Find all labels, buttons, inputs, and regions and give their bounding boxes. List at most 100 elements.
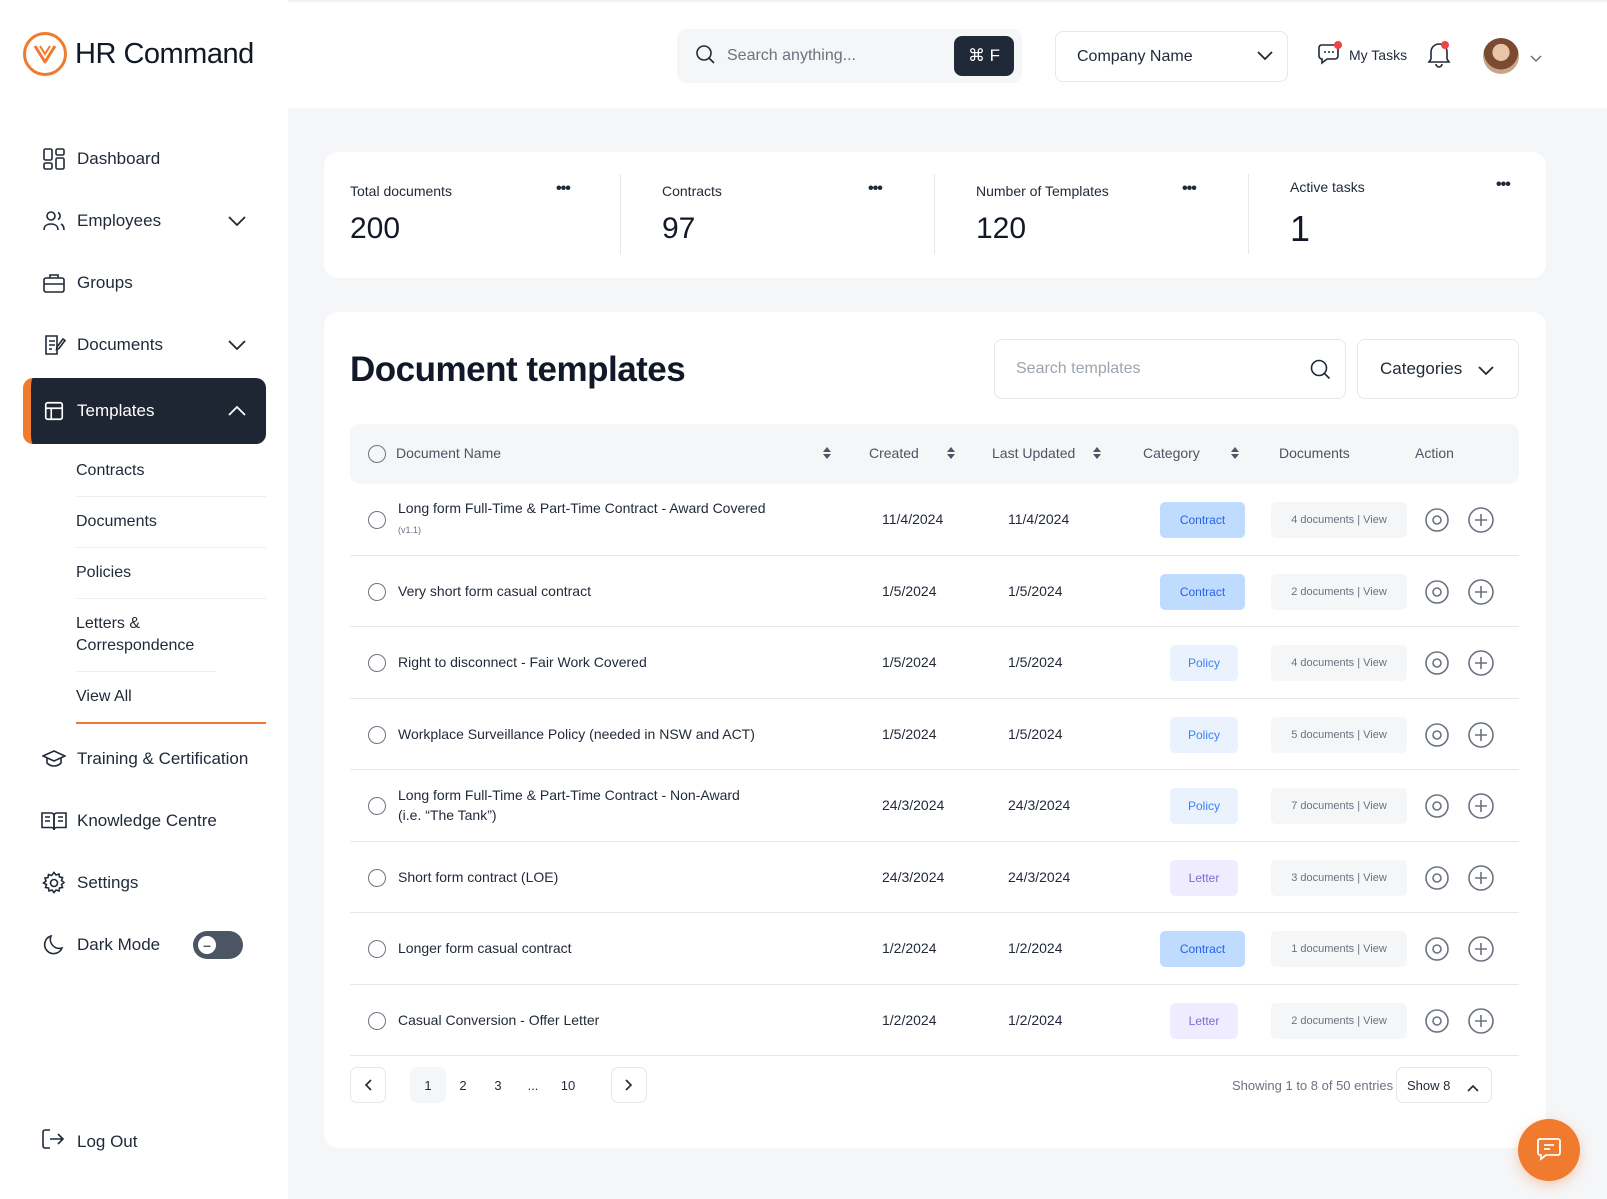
plus-circle-icon[interactable] (1468, 793, 1494, 822)
row-checkbox[interactable] (368, 797, 386, 815)
page-3[interactable]: 3 (480, 1067, 516, 1103)
documents-view-link[interactable]: 1 documents | View (1271, 931, 1407, 967)
table-row[interactable]: Short form contract (LOE) 24/3/2024 24/3… (350, 842, 1519, 913)
chevron-down-icon[interactable] (1530, 50, 1542, 68)
categories-dropdown[interactable]: Categories (1357, 339, 1519, 399)
table-row[interactable]: Very short form casual contract 1/5/2024… (350, 556, 1519, 627)
sort-icon[interactable] (1092, 446, 1102, 463)
plus-circle-icon[interactable] (1468, 1007, 1494, 1037)
page-1[interactable]: 1 (410, 1067, 446, 1103)
eye-icon[interactable] (1424, 579, 1450, 607)
page-title: Document templates (350, 350, 686, 389)
col-action: Action (1415, 445, 1454, 461)
col-last-updated[interactable]: Last Updated (992, 445, 1075, 461)
select-all-checkbox[interactable] (368, 445, 386, 463)
table-row[interactable]: Right to disconnect - Fair Work Covered … (350, 627, 1519, 699)
eye-icon[interactable] (1424, 1008, 1450, 1036)
sort-icon[interactable] (1230, 446, 1240, 463)
table-row[interactable]: Casual Conversion - Offer Letter 1/2/202… (350, 985, 1519, 1056)
page-10[interactable]: 10 (550, 1067, 586, 1103)
table-row[interactable]: Long form Full-Time & Part-Time Contract… (350, 770, 1519, 842)
subnav-item-documents[interactable]: Documents (76, 497, 266, 548)
page-2[interactable]: 2 (445, 1067, 481, 1103)
created-date: 1/2/2024 (882, 1011, 937, 1028)
col-document-name[interactable]: Document Name (396, 445, 501, 461)
more-horizontal-icon[interactable]: ••• (1496, 176, 1511, 194)
documents-view-link[interactable]: 2 documents | View (1271, 573, 1407, 610)
plus-circle-icon[interactable] (1468, 507, 1494, 536)
updated-date: 24/3/2024 (1008, 797, 1071, 813)
row-checkbox[interactable] (368, 1011, 386, 1030)
col-category[interactable]: Category (1143, 445, 1200, 461)
table-row[interactable]: Workplace Surveillance Policy (needed in… (350, 699, 1519, 770)
sort-icon[interactable] (822, 446, 832, 463)
documents-view-link[interactable]: 3 documents | View (1271, 859, 1407, 896)
plus-circle-icon[interactable] (1468, 578, 1494, 608)
row-checkbox[interactable] (368, 940, 386, 958)
plus-circle-icon[interactable] (1468, 650, 1494, 679)
eye-icon[interactable] (1424, 722, 1450, 750)
table-row[interactable]: Long form Full-Time & Part-Time Contract… (350, 484, 1519, 556)
prev-page-button[interactable] (350, 1067, 386, 1103)
row-checkbox[interactable] (368, 511, 386, 529)
notification-bell-icon[interactable] (1426, 40, 1452, 73)
logo[interactable]: HR Command (23, 32, 254, 76)
table-body: Long form Full-Time & Part-Time Contract… (350, 484, 1519, 1056)
main-nav: Dashboard Employees Groups Documents Tem… (23, 128, 266, 976)
category-badge: Contract (1160, 573, 1245, 610)
category-badge: Policy (1170, 788, 1238, 824)
eye-icon[interactable] (1424, 937, 1450, 964)
row-checkbox[interactable] (368, 582, 386, 601)
template-search-input[interactable]: Search templates (994, 339, 1346, 399)
sidebar-item-dark-mode: Dark Mode – (23, 914, 266, 976)
row-checkbox[interactable] (368, 654, 386, 672)
eye-icon[interactable] (1424, 651, 1450, 678)
templates-subnav: Contracts Documents Policies Letters & C… (76, 446, 266, 724)
page-size-select[interactable]: Show 8 (1396, 1067, 1492, 1103)
documents-view-link[interactable]: 5 documents | View (1271, 716, 1407, 753)
subnav-item-letters[interactable]: Letters & Correspondence (76, 599, 216, 672)
my-tasks-button[interactable]: My Tasks (1317, 40, 1407, 69)
row-checkbox[interactable] (368, 725, 386, 744)
sidebar-item-dashboard[interactable]: Dashboard (23, 128, 266, 190)
sidebar-item-label: Documents (77, 335, 163, 354)
documents-view-link[interactable]: 4 documents | View (1271, 645, 1407, 681)
row-checkbox[interactable] (368, 868, 386, 887)
next-page-button[interactable] (611, 1067, 647, 1103)
eye-icon[interactable] (1424, 865, 1450, 893)
logout-button[interactable]: Log Out (41, 1128, 138, 1155)
plus-circle-icon[interactable] (1468, 936, 1494, 965)
eye-icon[interactable] (1424, 508, 1450, 535)
more-horizontal-icon[interactable]: ••• (556, 180, 571, 198)
document-name: Long form Full-Time & Part-Time Contract… (398, 498, 788, 540)
subnav-item-policies[interactable]: Policies (76, 548, 266, 599)
user-avatar[interactable] (1483, 38, 1519, 74)
more-horizontal-icon[interactable]: ••• (1182, 180, 1197, 198)
global-search-input[interactable]: Search anything... ⌘ F (677, 29, 1022, 83)
documents-view-link[interactable]: 7 documents | View (1271, 788, 1407, 824)
company-select[interactable]: Company Name (1055, 31, 1288, 82)
eye-icon[interactable] (1424, 794, 1450, 821)
plus-circle-icon[interactable] (1468, 864, 1494, 894)
sidebar-item-employees[interactable]: Employees (23, 190, 266, 252)
table-row[interactable]: Longer form casual contract 1/2/2024 1/2… (350, 913, 1519, 985)
col-created[interactable]: Created (869, 445, 919, 461)
subnav-item-contracts[interactable]: Contracts (76, 446, 266, 497)
sidebar-item-templates[interactable]: Templates (23, 378, 266, 444)
documents-view-link[interactable]: 2 documents | View (1271, 1002, 1407, 1039)
sidebar-item-documents[interactable]: Documents (23, 314, 266, 376)
sidebar-item-settings[interactable]: Settings (23, 852, 266, 914)
sidebar-item-training[interactable]: Training & Certification (23, 728, 266, 790)
sidebar-item-knowledge[interactable]: Knowledge Centre (23, 790, 266, 852)
more-horizontal-icon[interactable]: ••• (868, 180, 883, 198)
documents-view-link[interactable]: 4 documents | View (1271, 502, 1407, 538)
sort-icon[interactable] (946, 446, 956, 463)
subnav-item-view-all[interactable]: View All (76, 672, 266, 724)
stat-templates: Number of Templates 120 ••• (976, 152, 1206, 278)
chat-support-button[interactable] (1518, 1119, 1580, 1181)
chevron-up-icon (1467, 1080, 1479, 1095)
dark-mode-toggle[interactable]: – (193, 931, 243, 959)
topbar: Search anything... ⌘ F Company Name My T… (288, 0, 1607, 108)
plus-circle-icon[interactable] (1468, 721, 1494, 751)
sidebar-item-groups[interactable]: Groups (23, 252, 266, 314)
